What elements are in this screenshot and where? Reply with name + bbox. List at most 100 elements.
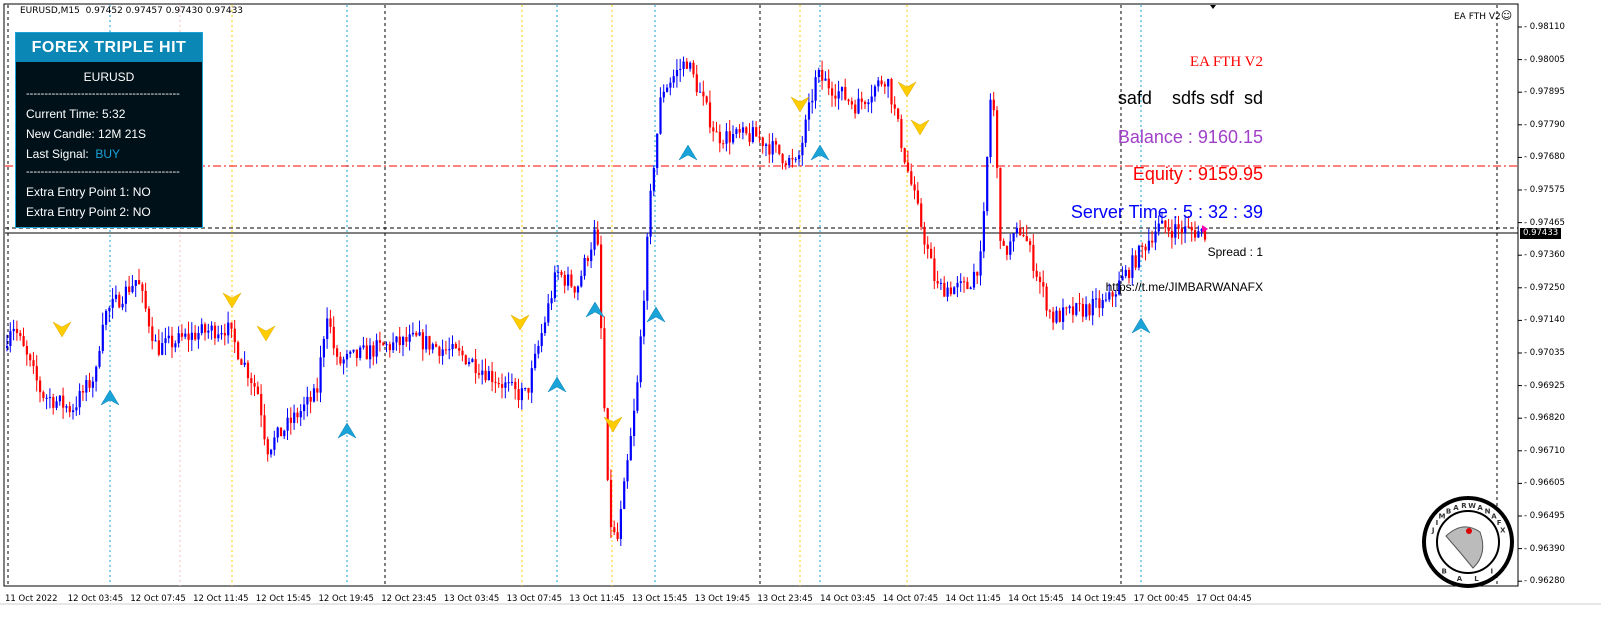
candle-body: [923, 226, 926, 245]
candle-body: [372, 345, 375, 357]
candle-body: [352, 349, 355, 352]
candle-body: [29, 354, 32, 361]
candle-body: [804, 119, 807, 143]
candle-body: [1035, 270, 1038, 277]
candle-body: [210, 325, 213, 331]
logo-ring-letter: I: [1490, 567, 1493, 575]
candle-body: [273, 437, 276, 450]
candle-body: [807, 102, 811, 120]
sell-arrow-icon: [910, 119, 930, 136]
candle-body: [6, 345, 9, 348]
ea-name: EA FTH V2: [1454, 12, 1501, 22]
candle-body: [860, 98, 863, 102]
candle-body: [233, 328, 236, 343]
candle-body: [695, 74, 698, 93]
price-tick: - 0.96820: [1524, 413, 1565, 424]
candle-body: [134, 280, 137, 286]
candle-body: [784, 163, 787, 166]
candle-body: [722, 143, 725, 145]
candle-body: [78, 391, 81, 408]
candle-body: [844, 87, 847, 100]
candle-body: [108, 307, 111, 311]
candle-body: [207, 330, 210, 333]
candle-body: [831, 88, 834, 96]
candle-body: [42, 392, 45, 398]
logo-ring-letter: W: [1468, 502, 1476, 510]
new-candle: New Candle: 12M 21S: [26, 127, 147, 141]
candle-body: [910, 171, 913, 185]
telegram-link[interactable]: https://t.me/JIMBARWANAFX: [1106, 280, 1263, 294]
candle-body: [900, 118, 903, 149]
candle-body: [976, 271, 979, 276]
candle-body: [223, 333, 226, 336]
candle-body: [520, 388, 523, 401]
candle-body: [491, 371, 494, 383]
candle-body: [263, 415, 266, 440]
candle-body: [1025, 236, 1028, 242]
candle-body: [1190, 226, 1193, 231]
candle-body: [345, 353, 349, 360]
candle-body: [1081, 303, 1084, 317]
candle-body: [405, 336, 408, 342]
candle-body: [1048, 310, 1051, 312]
candle-body: [1071, 306, 1075, 315]
candle-body: [774, 141, 778, 145]
candle-body: [873, 86, 877, 97]
price-tick: - 0.97360: [1524, 250, 1565, 261]
candle-body: [1134, 255, 1137, 268]
candle-body: [903, 148, 906, 163]
candle-body: [448, 349, 451, 351]
candle-body: [1147, 240, 1150, 251]
candle-body: [75, 407, 78, 411]
candle-body: [629, 435, 632, 461]
candle-body: [543, 322, 547, 334]
candle-body: [1174, 224, 1177, 238]
price-chart[interactable]: JIMB A R W A NAFXBA LI: [0, 0, 1601, 624]
candle-body: [217, 334, 220, 339]
candle-body: [266, 439, 269, 455]
candle-body: [435, 344, 438, 347]
candle-body: [118, 294, 121, 308]
candle-body: [916, 190, 919, 204]
divider: ----------------------------------------…: [26, 88, 180, 100]
last-signal: Last Signal: BUY: [26, 144, 202, 164]
candle-body: [636, 382, 639, 411]
logo-ring-letter: B: [1442, 567, 1447, 575]
candle-body: [431, 344, 434, 350]
price-tick: - 0.97680: [1524, 152, 1565, 163]
candle-body: [1157, 223, 1160, 232]
candle-body: [1005, 245, 1009, 255]
candle-body: [778, 144, 781, 154]
candle-body: [362, 345, 365, 348]
time-tick: 13 Oct 07:45: [506, 594, 563, 604]
candle-body: [1085, 304, 1088, 317]
candle-body: [616, 532, 619, 539]
candle-body: [992, 99, 995, 111]
candle-body: [996, 110, 999, 168]
candle-body: [316, 388, 319, 393]
panel-symbol: EURUSD: [83, 70, 135, 84]
price-tick: - 0.97250: [1524, 282, 1565, 293]
candle-body: [1131, 255, 1134, 278]
balance: Balance : 9160.15: [1117, 127, 1263, 147]
candle-body: [336, 348, 339, 357]
candle-body: [190, 332, 193, 340]
sell-arrow-icon: [256, 325, 276, 342]
spread: Spread : 1: [1207, 245, 1263, 259]
candle-body: [256, 386, 259, 394]
candle-body: [547, 303, 550, 323]
candle-body: [246, 362, 250, 379]
candle-body: [184, 333, 187, 337]
candle-body: [662, 91, 665, 98]
candle-body: [194, 332, 197, 340]
candle-body: [157, 340, 160, 355]
candle-body: [250, 378, 253, 384]
candle-body: [243, 362, 246, 365]
candle-body: [1114, 294, 1117, 297]
candle-body: [468, 361, 471, 365]
candle-body: [972, 271, 976, 288]
candle-body: [395, 336, 398, 343]
candle-body: [237, 342, 240, 360]
candle-body: [187, 333, 190, 340]
candle-body: [949, 287, 952, 295]
